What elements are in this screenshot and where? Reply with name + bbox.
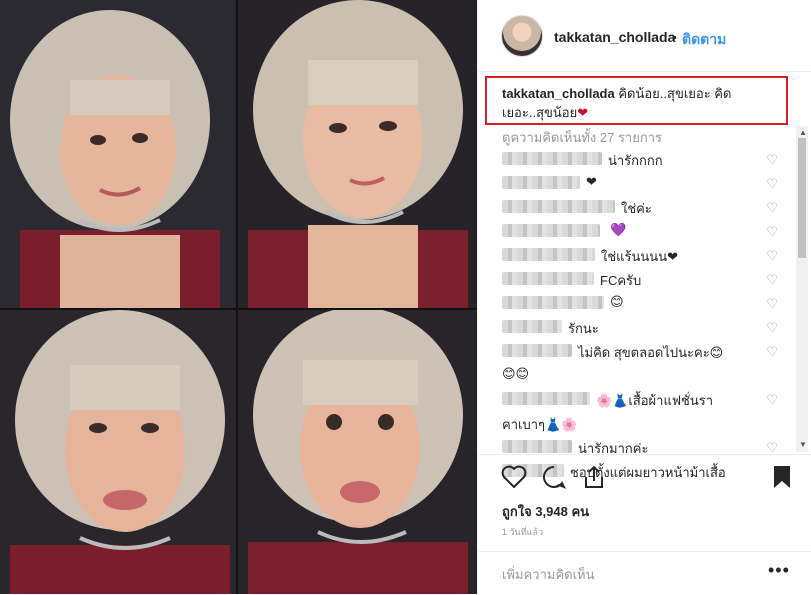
comment-text: FCครับ	[600, 273, 642, 288]
comment-row: 🌸👗เสื้อผ้าแฟชั่นรา ♡	[502, 388, 778, 412]
photo-tile-4	[238, 310, 477, 594]
header-dot: •	[672, 29, 677, 45]
add-comment-input[interactable]: เพิ่มความคิดเห็น	[502, 564, 595, 585]
comment-row: ใช่ค่ะ ♡	[502, 196, 778, 220]
comment-username-blurred[interactable]	[502, 392, 590, 405]
comments-scrollbar[interactable]: ▲ ▼	[796, 126, 808, 452]
comment-text: 💜	[610, 222, 627, 237]
comment-row: รักนะ ♡	[502, 316, 778, 340]
comment-text: 😊😊	[502, 366, 530, 381]
comment-text: น่ารักกกก	[608, 153, 663, 168]
photo-tile-3	[0, 310, 236, 594]
comment-row: ไม่คิด สุขตลอดไปนะคะ😊 ♡	[502, 340, 778, 364]
scroll-down-arrow-icon[interactable]: ▼	[799, 440, 807, 449]
comment-like-icon[interactable]: ♡	[766, 296, 778, 312]
comment-text: ใช่แร้นนนน❤	[601, 249, 678, 264]
scroll-up-arrow-icon[interactable]: ▲	[799, 128, 807, 137]
post-caption: takkatan_chollada คิดน้อย..สุขเยอะ คิด เ…	[502, 84, 782, 122]
follow-button[interactable]: ติดตาม	[682, 29, 726, 51]
scroll-thumb[interactable]	[798, 138, 806, 258]
bookmark-icon[interactable]	[768, 463, 796, 491]
comment-username-blurred[interactable]	[502, 344, 572, 357]
comment-username-blurred[interactable]	[502, 176, 580, 189]
post-sidebar: takkatan_chollada • ติดตาม takkatan_chol…	[477, 0, 811, 594]
header-username[interactable]: takkatan_chollada	[554, 29, 675, 45]
comment-like-icon[interactable]: ♡	[766, 392, 778, 408]
comment-like-icon[interactable]: ♡	[766, 320, 778, 336]
more-icon[interactable]: •••	[768, 560, 790, 581]
comment-row: ใช่แร้นนนน❤ ♡	[502, 244, 778, 268]
comment-row: ❤ ♡	[502, 172, 778, 196]
photo-tile-1	[0, 0, 236, 308]
caption-username[interactable]: takkatan_chollada	[502, 86, 615, 101]
share-icon[interactable]	[580, 463, 608, 491]
instagram-post: takkatan_chollada • ติดตาม takkatan_chol…	[0, 0, 811, 594]
comment-text: ❤	[586, 174, 597, 189]
comment-row: คาเบาๆ👗🌸	[502, 412, 778, 436]
comment-text: 😊	[610, 294, 624, 309]
comment-username-blurred[interactable]	[502, 272, 594, 285]
comment-like-icon[interactable]: ♡	[766, 272, 778, 288]
comment-icon[interactable]	[540, 463, 568, 491]
heart-icon[interactable]	[500, 463, 528, 491]
comment-text: รักนะ	[568, 321, 599, 336]
comment-username-blurred[interactable]	[502, 320, 562, 333]
comment-like-icon[interactable]: ♡	[766, 152, 778, 168]
comment-text: คาเบาๆ👗🌸	[502, 417, 578, 432]
like-count[interactable]: ถูกใจ 3,948 คน	[502, 501, 589, 522]
add-comment-bar: เพิ่มความคิดเห็น •••	[478, 551, 811, 595]
comment-username-blurred[interactable]	[502, 200, 615, 213]
post-time[interactable]: 1 วันที่แล้ว	[502, 525, 543, 539]
post-header: takkatan_chollada • ติดตาม	[478, 0, 811, 72]
view-all-comments-link[interactable]: ดูความคิดเห็นทั้ง 27 รายการ	[502, 127, 662, 148]
comment-list: น่ารักกกก ♡ ❤ ♡ ใช่ค่ะ ♡ 💜 ♡ ใช่แร้นนนน❤ ♡ FCครับ ♡…	[502, 148, 778, 484]
post-photo[interactable]	[0, 0, 477, 594]
comment-text: ไม่คิด สุขตลอดไปนะคะ😊	[578, 345, 724, 360]
comment-text: ใช่ค่ะ	[621, 201, 652, 216]
comment-like-icon[interactable]: ♡	[766, 344, 778, 360]
comment-like-icon[interactable]: ♡	[766, 200, 778, 216]
comment-username-blurred[interactable]	[502, 248, 595, 261]
avatar[interactable]	[501, 15, 543, 57]
caption-heart: ❤	[577, 105, 589, 120]
post-actions: ถูกใจ 3,948 คน 1 วันที่แล้ว เพิ่มความคิด…	[478, 454, 811, 594]
comment-username-blurred[interactable]	[502, 440, 572, 453]
comment-like-icon[interactable]: ♡	[766, 248, 778, 264]
comment-row: FCครับ ♡	[502, 268, 778, 292]
comment-row: 😊😊	[502, 364, 778, 388]
comment-row: 😊 ♡	[502, 292, 778, 316]
comment-row: น่ารักกกก ♡	[502, 148, 778, 172]
comment-username-blurred[interactable]	[502, 296, 604, 309]
photo-tile-2	[238, 0, 477, 308]
comment-username-blurred[interactable]	[502, 224, 600, 237]
comment-like-icon[interactable]: ♡	[766, 224, 778, 240]
comment-text: 🌸👗เสื้อผ้าแฟชั่นรา	[596, 393, 714, 408]
comment-like-icon[interactable]: ♡	[766, 176, 778, 192]
comment-username-blurred[interactable]	[502, 152, 602, 165]
comment-row: 💜 ♡	[502, 220, 778, 244]
